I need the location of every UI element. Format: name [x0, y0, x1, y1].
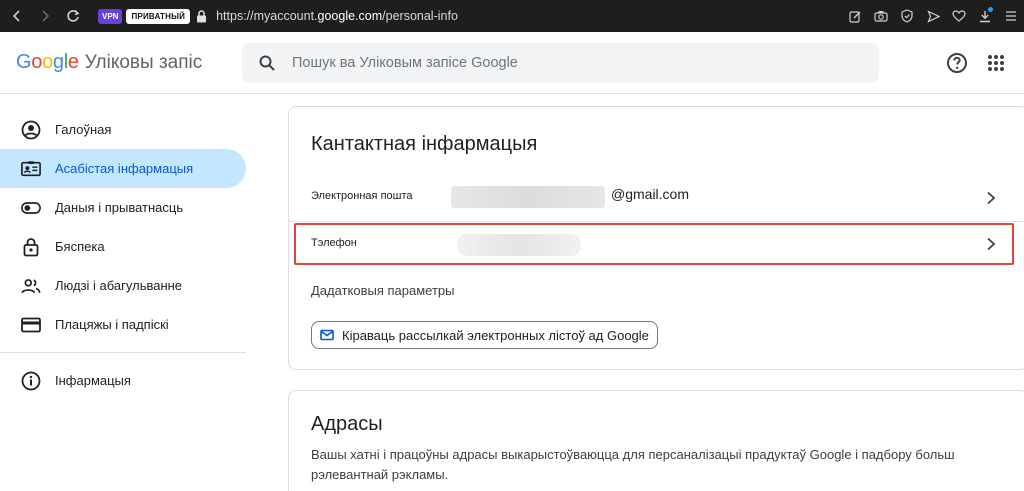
account-circle-icon [21, 120, 41, 140]
url-domain: google.com [317, 9, 383, 23]
account-header: Google Уліковы запіс [0, 32, 1024, 94]
additional-options-label: Дадатковыя параметры [311, 283, 455, 298]
phone-row-highlight [294, 223, 1014, 265]
sidebar-item-about[interactable]: Інфармацыя [0, 361, 256, 400]
addresses-card-title: Адрасы [311, 413, 383, 435]
product-name: Уліковы запіс [84, 51, 203, 73]
menu-icon[interactable] [998, 0, 1024, 32]
edit-icon[interactable] [842, 0, 868, 32]
people-icon [21, 276, 41, 296]
help-icon[interactable] [945, 51, 969, 75]
heart-icon[interactable] [946, 0, 972, 32]
vpn-badge[interactable]: VPN [98, 8, 123, 24]
mail-icon [320, 329, 334, 341]
sidebar-item-personal-info[interactable]: Асабістая інфармацыя [0, 149, 246, 188]
sidebar-item-label: Людзі і абагульванне [55, 278, 183, 293]
logo-letter: G [16, 51, 32, 73]
credit-card-icon [21, 315, 41, 335]
shield-icon[interactable] [894, 0, 920, 32]
apps-grid-icon[interactable] [987, 54, 1005, 72]
manage-newsletters-button[interactable]: Кіраваць рассылкай электронных лістоў ад… [311, 321, 658, 349]
back-icon[interactable] [6, 5, 28, 27]
id-card-icon [21, 159, 41, 179]
sidebar-item-data-privacy[interactable]: Даныя і прыватнасць [0, 188, 256, 227]
download-icon[interactable] [972, 0, 998, 32]
sidebar-item-label: Даныя і прыватнасць [55, 200, 184, 215]
lock-icon [21, 237, 41, 257]
search-icon[interactable] [258, 54, 276, 72]
sidebar-item-security[interactable]: Бяспека [0, 227, 256, 266]
sidebar-item-label: Асабістая інфармацыя [55, 161, 194, 176]
sidebar-item-label: Галоўная [55, 122, 112, 137]
sidebar-item-label: Інфармацыя [55, 373, 131, 388]
url-prefix: https://myaccount. [216, 9, 318, 23]
info-icon [21, 371, 41, 391]
chevron-right-icon [985, 191, 997, 205]
logo-letter: o [42, 51, 53, 73]
sidebar-divider [0, 352, 246, 353]
contact-card-title: Кантактная інфармацыя [311, 133, 538, 155]
lock-icon[interactable] [196, 9, 208, 23]
browser-toolbar: VPN ПРИВАТНЫЙ https://myaccount.google.c… [0, 0, 1024, 32]
forward-icon[interactable] [34, 5, 56, 27]
sidebar-nav: Галоўная Асабістая інфармацыя Даныя і пр… [0, 110, 256, 400]
sidebar-item-label: Плацяжы і падпіскі [55, 317, 169, 332]
manage-newsletters-label: Кіраваць рассылкай электронных лістоў ад… [342, 327, 649, 343]
addresses-card: Адрасы Вашы хатні і працоўны адрасы выка… [288, 390, 1024, 491]
send-icon[interactable] [920, 0, 946, 32]
camera-icon[interactable] [868, 0, 894, 32]
logo-letter: g [52, 51, 64, 73]
sidebar-item-payments[interactable]: Плацяжы і падпіскі [0, 305, 256, 344]
logo-letter: e [67, 51, 79, 73]
sidebar-item-home[interactable]: Галоўная [0, 110, 256, 149]
logo-letter: o [31, 51, 43, 73]
download-indicator-dot [988, 7, 993, 12]
address-bar[interactable]: https://myaccount.google.com/personal-in… [216, 9, 458, 23]
search-input[interactable] [292, 55, 852, 71]
google-logo[interactable]: Google [16, 51, 79, 74]
url-path: /personal-info [382, 9, 458, 23]
sidebar-item-label: Бяспека [55, 239, 105, 254]
row-divider [289, 221, 1024, 222]
email-row[interactable]: Электронная пошта @gmail.com [289, 175, 1024, 221]
toggle-icon [21, 198, 41, 218]
email-redacted [451, 186, 605, 208]
email-label: Электронная пошта [311, 190, 413, 202]
sidebar-item-people-sharing[interactable]: Людзі і абагульванне [0, 266, 256, 305]
reload-icon[interactable] [62, 5, 84, 27]
addresses-description: Вашы хатні і працоўны адрасы выкарыстоўв… [311, 447, 955, 482]
email-domain: @gmail.com [611, 186, 690, 202]
search-bar[interactable] [242, 43, 879, 83]
private-mode-badge: ПРИВАТНЫЙ [126, 8, 191, 24]
